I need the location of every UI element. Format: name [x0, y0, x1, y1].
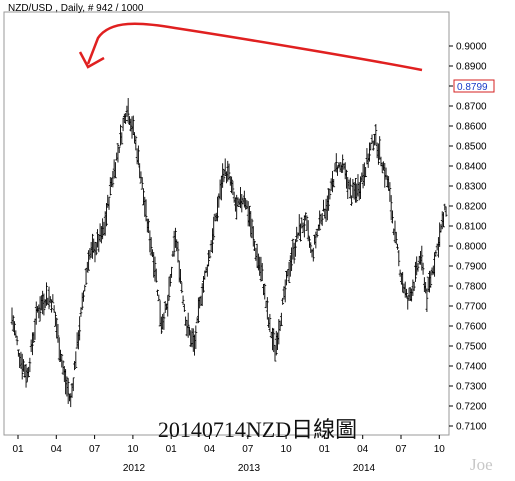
y-tick-label: 0.7300 — [456, 382, 487, 393]
y-tick-label: 0.8000 — [456, 242, 487, 253]
chart-title: NZD/USD , Daily, # 942 / 1000 — [8, 3, 144, 14]
x-year-label: 2013 — [238, 463, 261, 474]
y-tick-label: 0.8400 — [456, 162, 487, 173]
watermark: Joe — [470, 455, 493, 474]
ohlc-bar — [52, 305, 56, 313]
y-axis: 0.90000.89000.88000.87000.86000.85000.84… — [449, 42, 487, 433]
y-tick-label: 0.7400 — [456, 362, 487, 373]
ohlc-bar — [51, 294, 55, 304]
last-price-box: 0.8799 — [453, 79, 495, 93]
y-tick-label: 0.8100 — [456, 222, 487, 233]
y-tick-label: 0.7700 — [456, 302, 487, 313]
y-tick-label: 0.8900 — [456, 62, 487, 73]
x-month-label: 10 — [281, 444, 293, 455]
y-tick-label: 0.8300 — [456, 182, 487, 193]
y-tick-label: 0.7200 — [456, 402, 487, 413]
x-month-label: 01 — [12, 444, 24, 455]
x-month-label: 04 — [51, 444, 63, 455]
arrow-curve — [86, 22, 423, 72]
chart-caption: 20140714NZD日線圖 — [157, 417, 358, 442]
y-tick-label: 0.7800 — [456, 282, 487, 293]
y-tick-label: 0.8500 — [456, 142, 487, 153]
x-year-label: 2014 — [353, 463, 376, 474]
y-tick-label: 0.9000 — [456, 42, 487, 53]
x-month-label: 04 — [357, 444, 369, 455]
y-tick-label: 0.7500 — [456, 342, 487, 353]
y-tick-label: 0.8600 — [456, 122, 487, 133]
ohlc-bar — [265, 297, 269, 320]
x-month-label: 01 — [319, 444, 331, 455]
x-month-label: 04 — [204, 444, 216, 455]
x-year-label: 2012 — [123, 463, 146, 474]
red-arrow-annotation — [78, 22, 423, 72]
price-bars — [10, 98, 448, 408]
x-month-label: 10 — [127, 444, 139, 455]
y-tick-label: 0.7900 — [456, 262, 487, 273]
ohlc-bar — [396, 243, 399, 250]
plot-area-border — [3, 11, 450, 436]
price-chart: NZD/USD , Daily, # 942 / 1000 0.9000 0.89… — [3, 3, 495, 474]
x-month-label: 01 — [166, 444, 178, 455]
x-month-label: 07 — [242, 444, 254, 455]
x-month-label: 07 — [395, 444, 407, 455]
ohlc-bar — [182, 303, 186, 312]
y-tick-label: 0.8700 — [456, 102, 487, 113]
ohlc-bar — [83, 284, 87, 292]
ohlc-bar — [397, 250, 401, 267]
x-month-label: 10 — [434, 444, 446, 455]
ohlc-bar — [180, 282, 184, 294]
ohlc-bar — [181, 295, 185, 305]
x-month-label: 07 — [89, 444, 101, 455]
y-tick-label: 0.7600 — [456, 322, 487, 333]
y-tick-label: 0.8200 — [456, 202, 487, 213]
last-price-label: 0.8799 — [457, 82, 488, 93]
